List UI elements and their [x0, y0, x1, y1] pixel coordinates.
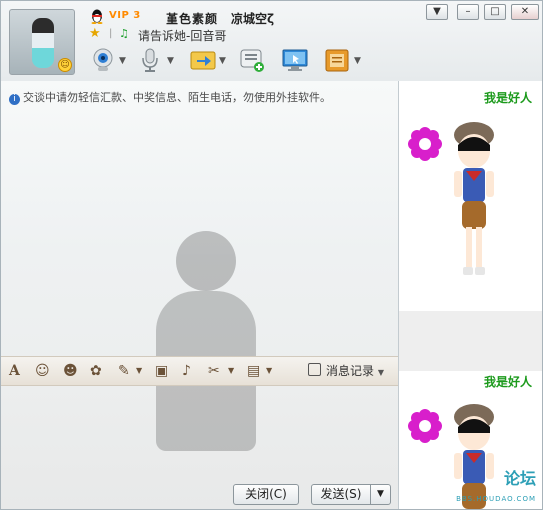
- banner-top: 我是好人: [483, 91, 532, 105]
- close-button[interactable]: 关闭(C): [233, 484, 299, 505]
- window-menu-button[interactable]: ▼: [426, 4, 448, 20]
- flower-icon: [408, 127, 442, 161]
- security-notice: i 交谈中请勿轻信汇款、中奖信息、陌生电话，勿使用外挂软件。: [9, 89, 331, 105]
- close-window-button[interactable]: ✕: [511, 4, 539, 20]
- file-transfer-dropdown-icon[interactable]: ▼: [219, 56, 226, 66]
- shake-icon[interactable]: ✿: [90, 363, 102, 379]
- show-avatar-figure: [454, 122, 494, 275]
- emoji-icon[interactable]: ☺: [35, 363, 50, 379]
- font-icon[interactable]: A: [9, 363, 20, 379]
- star-icon[interactable]: ★: [89, 26, 101, 41]
- clock-icon: [308, 363, 321, 376]
- message-history-button[interactable]: 消息记录 ▼: [308, 362, 384, 379]
- camera-dropdown-icon[interactable]: ▼: [119, 56, 126, 66]
- vip-badge[interactable]: VIP 3: [109, 10, 141, 21]
- remote-assist-icon[interactable]: [281, 46, 309, 74]
- doodle-dropdown-icon[interactable]: ▼: [136, 366, 142, 375]
- chat-header: ☺ VIP 3 堇色素颜 凉城空ζ ★ | ♫ 请告诉她-回音哥 ▼ – □ ✕…: [1, 1, 542, 81]
- apps-box-icon[interactable]: [323, 46, 351, 74]
- forum-watermark: 论坛: [503, 469, 536, 488]
- show-panel: 我是好人 我是好人 论坛 BBS.HOUDAO.COM: [399, 81, 542, 509]
- qq-penguin-icon: [91, 9, 103, 24]
- chat-message-area[interactable]: i 交谈中请勿轻信汇款、中奖信息、陌生电话，勿使用外挂软件。 A ☺ ☻ ✿ ✎ …: [1, 81, 399, 509]
- music-icon[interactable]: ♪: [182, 363, 191, 379]
- divider: |: [109, 28, 113, 39]
- security-notice-text: 交谈中请勿轻信汇款、中奖信息、陌生电话，勿使用外挂软件。: [23, 91, 331, 104]
- contact-avatar[interactable]: ☺: [9, 9, 75, 75]
- status-message: 请告诉她-回音哥: [138, 29, 227, 43]
- magic-face-icon[interactable]: ☻: [63, 363, 78, 379]
- flower-icon: [408, 409, 442, 443]
- input-toolbar: A ☺ ☻ ✿ ✎ ▼ ▣ ♪ ✂ ▼ ▤ ▼ 消息记录 ▼: [1, 356, 398, 386]
- info-icon: i: [9, 94, 20, 105]
- screenshot-scissors-icon[interactable]: ✂: [208, 363, 220, 379]
- avatar-figure: [32, 18, 54, 68]
- maximize-button[interactable]: □: [484, 4, 506, 20]
- send-button[interactable]: 发送(S): [311, 484, 371, 505]
- send-options-dropdown[interactable]: ▼: [370, 484, 391, 505]
- contact-nickname[interactable]: 堇色素颜: [166, 10, 218, 27]
- chat-window: ☺ VIP 3 堇色素颜 凉城空ζ ★ | ♫ 请告诉她-回音哥 ▼ – □ ✕…: [0, 0, 543, 510]
- contact-remark[interactable]: 凉城空ζ: [231, 10, 274, 27]
- briefcase-icon[interactable]: ▤: [247, 363, 260, 379]
- microphone-dropdown-icon[interactable]: ▼: [167, 56, 174, 66]
- briefcase-dropdown-icon[interactable]: ▼: [266, 366, 272, 375]
- divider-panel: [399, 311, 542, 371]
- doodle-icon[interactable]: ✎: [118, 363, 130, 379]
- show-avatar-figure: [454, 404, 494, 509]
- chat-footer: 关闭(C) 发送(S) ▼: [1, 479, 398, 509]
- microphone-icon[interactable]: [136, 46, 164, 74]
- file-transfer-icon[interactable]: [189, 46, 217, 74]
- banner-bottom: 我是好人: [483, 375, 532, 389]
- message-apps-icon[interactable]: [238, 46, 266, 74]
- emoji-status-icon: ☺: [58, 58, 72, 72]
- message-history-label: 消息记录: [326, 364, 375, 378]
- image-icon[interactable]: ▣: [155, 363, 168, 379]
- screenshot-dropdown-icon[interactable]: ▼: [228, 366, 234, 375]
- history-dropdown-icon[interactable]: ▼: [378, 368, 384, 377]
- camera-icon[interactable]: [89, 46, 117, 74]
- forum-watermark-url: BBS.HOUDAO.COM: [456, 495, 536, 503]
- apps-dropdown-icon[interactable]: ▼: [354, 56, 361, 66]
- minimize-button[interactable]: –: [457, 4, 479, 20]
- music-note-icon: ♫: [119, 27, 129, 40]
